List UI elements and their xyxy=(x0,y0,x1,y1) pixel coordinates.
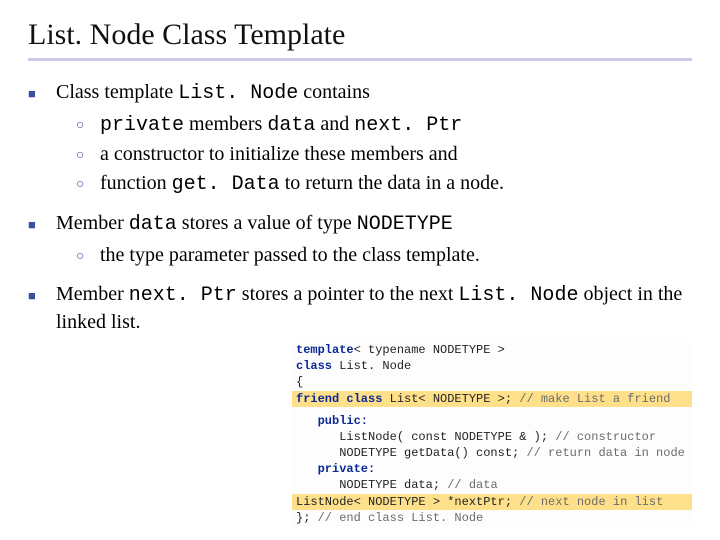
bullet-1: Class template List. Node contains xyxy=(28,79,692,107)
square-bullet-icon xyxy=(28,79,56,107)
slide-body: Class template List. Node contains priva… xyxy=(28,79,692,336)
text: stores a pointer to the next xyxy=(237,283,459,305)
code-text: private xyxy=(100,114,184,137)
code-highlight: friend class List< NODETYPE >; // make L… xyxy=(292,391,692,407)
code-text: next. Ptr xyxy=(129,284,237,307)
slide: List. Node Class Template Class template… xyxy=(0,0,720,540)
code-text: get. Data xyxy=(172,173,280,196)
code-keyword: template xyxy=(296,343,354,357)
code-text: NODETYPE xyxy=(357,213,453,236)
text: Member xyxy=(56,283,129,305)
code-text: ListNode( const NODETYPE & ); xyxy=(296,430,555,444)
code-comment: // end class List. Node xyxy=(318,511,484,525)
code-text: data xyxy=(129,213,177,236)
code-keyword: public: xyxy=(296,414,368,428)
code-keyword: friend class xyxy=(296,392,382,406)
code-text: }; xyxy=(296,511,318,525)
code-text: List. Node xyxy=(458,284,578,307)
code-keyword: class xyxy=(296,359,332,373)
circle-bullet-icon xyxy=(76,242,100,269)
bullet-1c: function get. Data to return the data in… xyxy=(76,170,692,198)
square-bullet-icon xyxy=(28,210,56,238)
bullet-1c-text: function get. Data to return the data in… xyxy=(100,170,692,198)
code-snippet: template< typename NODETYPE > class List… xyxy=(292,342,692,526)
square-bullet-icon xyxy=(28,281,56,336)
circle-bullet-icon xyxy=(76,141,100,168)
text: Member xyxy=(56,212,129,234)
text: contains xyxy=(298,81,370,103)
circle-bullet-icon xyxy=(76,111,100,139)
text: function xyxy=(100,172,172,194)
code-keyword: private: xyxy=(296,462,375,476)
code-comment: // return data in node xyxy=(526,446,684,460)
code-text: List. Node xyxy=(332,359,411,373)
bullet-1a-text: private members data and next. Ptr xyxy=(100,111,692,139)
code-text: List. Node xyxy=(178,82,298,105)
code-text: NODETYPE data; xyxy=(296,478,447,492)
bullet-2a: the type parameter passed to the class t… xyxy=(76,242,692,269)
bullet-3: Member next. Ptr stores a pointer to the… xyxy=(28,281,692,336)
bullet-2-text: Member data stores a value of type NODET… xyxy=(56,210,692,238)
code-comment: // make List a friend xyxy=(519,392,670,406)
title-underline xyxy=(28,58,692,61)
code-text: List< NODETYPE >; xyxy=(382,392,519,406)
bullet-3-text: Member next. Ptr stores a pointer to the… xyxy=(56,281,692,336)
bullet-2a-text: the type parameter passed to the class t… xyxy=(100,242,692,269)
circle-bullet-icon xyxy=(76,170,100,198)
bullet-1a: private members data and next. Ptr xyxy=(76,111,692,139)
text: to return the data in a node. xyxy=(280,172,504,194)
code-text: < typename NODETYPE > xyxy=(354,343,505,357)
slide-title: List. Node Class Template xyxy=(28,18,692,52)
code-comment: // next node in list xyxy=(519,495,663,509)
text: Class template xyxy=(56,81,178,103)
text: and xyxy=(315,113,354,135)
code-text: data xyxy=(267,114,315,137)
bullet-2: Member data stores a value of type NODET… xyxy=(28,210,692,238)
code-text: next. Ptr xyxy=(354,114,462,137)
bullet-1b-text: a constructor to initialize these member… xyxy=(100,141,692,168)
bullet-1-text: Class template List. Node contains xyxy=(56,79,692,107)
code-comment: // data xyxy=(447,478,497,492)
code-comment: // constructor xyxy=(555,430,656,444)
bullet-1b: a constructor to initialize these member… xyxy=(76,141,692,168)
code-text: NODETYPE getData() const; xyxy=(296,446,526,460)
code-highlight: ListNode< NODETYPE > *nextPtr; // next n… xyxy=(292,494,692,510)
text: members xyxy=(184,113,267,135)
code-text: { xyxy=(292,374,692,390)
code-text: ListNode< NODETYPE > *nextPtr; xyxy=(296,495,519,509)
text: stores a value of type xyxy=(177,212,357,234)
